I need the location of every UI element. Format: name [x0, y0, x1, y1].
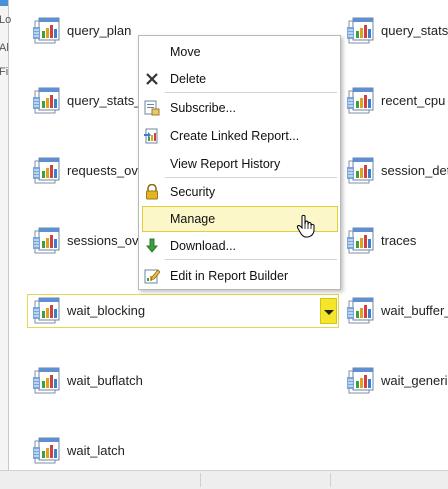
report-icon [347, 227, 375, 255]
report-name[interactable]: wait_buffer_ [381, 303, 448, 318]
report-icon [347, 87, 375, 115]
report-icon [347, 297, 375, 325]
window-left-edge-accent [0, 0, 8, 6]
hand-pointer-cursor-icon [296, 214, 315, 238]
report-icon [33, 367, 61, 395]
menu-item-label: Subscribe... [170, 101, 237, 115]
left-edge-text: Al [0, 42, 9, 54]
subscribe-icon [144, 100, 160, 116]
linked-report-icon [144, 128, 158, 144]
report-icon [33, 297, 61, 325]
menu-item-subscribe[interactable]: Subscribe... [139, 95, 340, 121]
report-context-menu: Move Delete Subscribe... Create Linked R… [138, 35, 341, 290]
bottom-bar-segment [0, 473, 201, 487]
menu-item-view-report-history[interactable]: View Report History [139, 151, 340, 177]
report-icon [33, 227, 61, 255]
menu-item-create-linked-report[interactable]: Create Linked Report... [139, 123, 340, 149]
menu-item-move[interactable]: Move [139, 39, 340, 65]
menu-item-label: View Report History [170, 157, 281, 171]
menu-item-label: Security [170, 185, 216, 199]
report-name[interactable]: query_stats_ [67, 93, 141, 108]
window-left-edge: Lo Al Fi [0, 0, 12, 470]
report-name[interactable]: session_det [381, 163, 448, 178]
menu-item-delete[interactable]: Delete [139, 66, 340, 92]
menu-item-label: Delete [170, 72, 207, 86]
menu-item-security[interactable]: Security [139, 179, 340, 205]
menu-item-label: Create Linked Report... [170, 129, 300, 143]
report-name[interactable]: wait_generi [381, 373, 448, 388]
report-icon [33, 17, 61, 45]
window-bottom-bar [0, 470, 448, 489]
chevron-down-icon [324, 310, 334, 315]
report-name[interactable]: wait_latch [67, 443, 125, 458]
report-name[interactable]: query_stats [381, 23, 448, 38]
report-builder-icon [144, 269, 160, 284]
lock-icon [146, 184, 158, 200]
report-name[interactable]: recent_cpu [381, 93, 445, 108]
menu-item-label: Manage [170, 212, 216, 226]
menu-separator [165, 92, 337, 93]
bottom-bar-segment [200, 473, 331, 487]
report-name[interactable]: sessions_ov [67, 233, 139, 248]
report-icon [347, 17, 375, 45]
report-icon [33, 157, 61, 185]
report-name[interactable]: wait_buflatch [67, 373, 143, 388]
menu-item-label: Download... [170, 239, 237, 253]
report-icon [33, 437, 61, 465]
menu-separator [165, 259, 337, 260]
report-menu-dropdown-button[interactable] [320, 298, 337, 324]
delete-x-icon [146, 73, 158, 85]
download-icon [145, 238, 159, 253]
report-icon [347, 157, 375, 185]
report-name[interactable]: traces [381, 233, 416, 248]
report-icon [33, 87, 61, 115]
report-name[interactable]: query_plan [67, 23, 131, 38]
menu-separator [165, 177, 337, 178]
left-edge-text: Fi [0, 66, 9, 78]
left-edge-text: Lo [0, 14, 12, 26]
report-name[interactable]: requests_ov [67, 163, 138, 178]
menu-item-edit-in-report-builder[interactable]: Edit in Report Builder [139, 263, 340, 289]
menu-item-label: Edit in Report Builder [170, 269, 289, 283]
menu-item-label: Move [170, 45, 201, 59]
report-icon [347, 367, 375, 395]
report-name[interactable]: wait_blocking [67, 303, 145, 318]
